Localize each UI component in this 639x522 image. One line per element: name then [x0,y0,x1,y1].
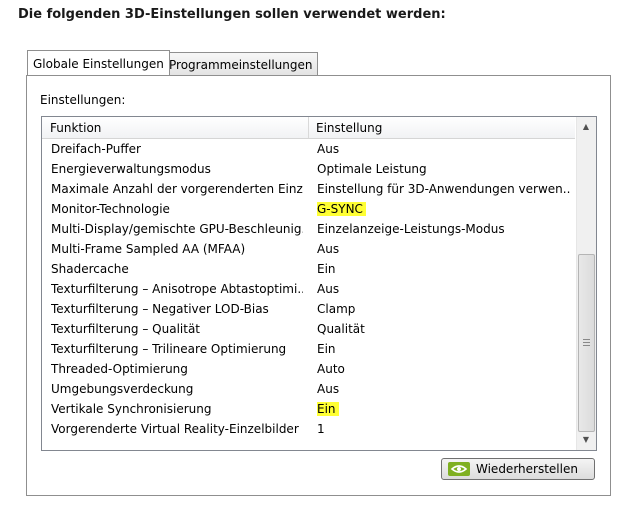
grip-line [583,339,590,340]
row-setting-value: Einstellung für 3D-Anwendungen verwen... [317,182,570,196]
row-function-name: Texturfilterung – Trilineare Optimierung [51,342,287,356]
row-setting-value-cell[interactable]: Aus [317,282,570,296]
row-setting-value-cell[interactable]: Aus [317,382,570,396]
row-function-name: Texturfilterung – Negativer LOD-Bias [51,302,269,316]
scroll-up-arrow-icon[interactable]: ▲ [577,118,595,135]
row-function-name: Vertikale Synchronisierung [51,402,212,416]
row-function-name: Dreifach-Puffer [51,142,141,156]
row-setting-value: Ein [317,402,339,416]
row-setting-value: Clamp [317,302,356,316]
vertical-scrollbar[interactable]: ▲ ▼ [576,117,596,450]
column-divider[interactable] [308,117,309,138]
nvidia-logo-icon [448,462,470,476]
row-setting-value: Auto [317,362,345,376]
row-setting-value-cell[interactable]: G-SYNC [317,202,570,216]
restore-button[interactable]: Wiederherstellen [441,458,595,480]
table-row[interactable]: Monitor-Technologie G-SYNC [42,199,575,219]
row-setting-value: Ein [317,262,336,276]
row-setting-value: 1 [317,422,325,436]
row-function-name: Multi-Frame Sampled AA (MFAA) [51,242,246,256]
row-setting-value-cell[interactable]: Optimale Leistung [317,162,570,176]
table-row[interactable]: Texturfilterung – Anisotrope Abtastoptim… [42,279,575,299]
scroll-down-arrow-icon[interactable]: ▼ [577,431,595,448]
table-row[interactable]: Texturfilterung – Trilineare Optimierung… [42,339,575,359]
column-header-setting[interactable]: Einstellung [316,121,382,135]
row-function-name: Monitor-Technologie [51,202,170,216]
row-setting-value-cell[interactable]: Qualität [317,322,570,336]
table-row[interactable]: Umgebungsverdeckung Aus [42,379,575,399]
row-setting-value-cell[interactable]: Aus [317,142,570,156]
scrollbar-thumb[interactable] [578,254,595,432]
grip-line [583,342,590,343]
settings-rows: Dreifach-Puffer Aus Energieverwaltungsmodu… [42,139,575,439]
page-heading: Die folgenden 3D-Einstellungen sollen ve… [18,7,446,22]
row-function-name: Multi-Display/gemischte GPU-Beschleunig.… [51,222,303,236]
tab-program-settings[interactable]: Programmeinstellungen [163,52,319,75]
restore-button-label: Wiederherstellen [476,462,578,476]
row-function-name: Threaded-Optimierung [51,362,188,376]
table-row[interactable]: Multi-Frame Sampled AA (MFAA) Aus [42,239,575,259]
settings-label: Einstellungen: [40,93,126,107]
row-setting-value: Aus [317,242,340,256]
row-function-name: Vorgerenderte Virtual Reality-Einzelbild… [51,422,299,436]
tab-global-settings[interactable]: Globale Einstellungen [27,50,170,75]
tab-panel: Einstellungen: Funktion Einstellung Drei… [26,75,611,496]
table-row[interactable]: Vorgerenderte Virtual Reality-Einzelbild… [42,419,575,439]
row-setting-value-cell[interactable]: 1 [317,422,570,436]
row-setting-value: G-SYNC [317,202,366,216]
row-setting-value-cell[interactable]: Ein [317,402,570,416]
table-row[interactable]: Vertikale Synchronisierung Ein [42,399,575,419]
row-setting-value-cell[interactable]: Ein [317,342,570,356]
row-function-name: Umgebungsverdeckung [51,382,194,396]
row-function-name: Shadercache [51,262,129,276]
row-setting-value-cell[interactable]: Einstellung für 3D-Anwendungen verwen... [317,182,570,196]
row-setting-value-cell[interactable]: Ein [317,262,570,276]
row-setting-value: Ein [317,342,336,356]
row-setting-value-cell[interactable]: Aus [317,242,570,256]
row-setting-value: Aus [317,282,340,296]
row-setting-value-cell[interactable]: Einzelanzeige-Leistungs-Modus [317,222,570,236]
row-setting-value-cell[interactable]: Clamp [317,302,570,316]
table-row[interactable]: Texturfilterung – Qualität Qualität [42,319,575,339]
table-row[interactable]: Texturfilterung – Negativer LOD-Bias Clam… [42,299,575,319]
table-row[interactable]: Shadercache Ein [42,259,575,279]
row-function-name: Energieverwaltungsmodus [51,162,211,176]
row-setting-value: Aus [317,142,340,156]
grip-line [583,345,590,346]
list-header: Funktion Einstellung [42,117,575,139]
row-function-name: Texturfilterung – Qualität [51,322,201,336]
table-row[interactable]: Dreifach-Puffer Aus [42,139,575,159]
table-row[interactable]: Energieverwaltungsmodus Optimale Leistung [42,159,575,179]
table-row[interactable]: Maximale Anzahl der vorgerenderten Einz.… [42,179,575,199]
row-setting-value: Qualität [317,322,365,336]
row-function-name: Texturfilterung – Anisotrope Abtastoptim… [51,282,303,296]
table-row[interactable]: Multi-Display/gemischte GPU-Beschleunig.… [42,219,575,239]
row-setting-value-cell[interactable]: Auto [317,362,570,376]
row-setting-value: Einzelanzeige-Leistungs-Modus [317,222,505,236]
row-function-name: Maximale Anzahl der vorgerenderten Einz.… [51,182,303,196]
row-setting-value: Aus [317,382,340,396]
column-header-function[interactable]: Funktion [50,121,101,135]
table-row[interactable]: Threaded-Optimierung Auto [42,359,575,379]
row-setting-value: Optimale Leistung [317,162,427,176]
settings-list[interactable]: Funktion Einstellung Dreifach-Puffer Aus E… [41,116,597,451]
